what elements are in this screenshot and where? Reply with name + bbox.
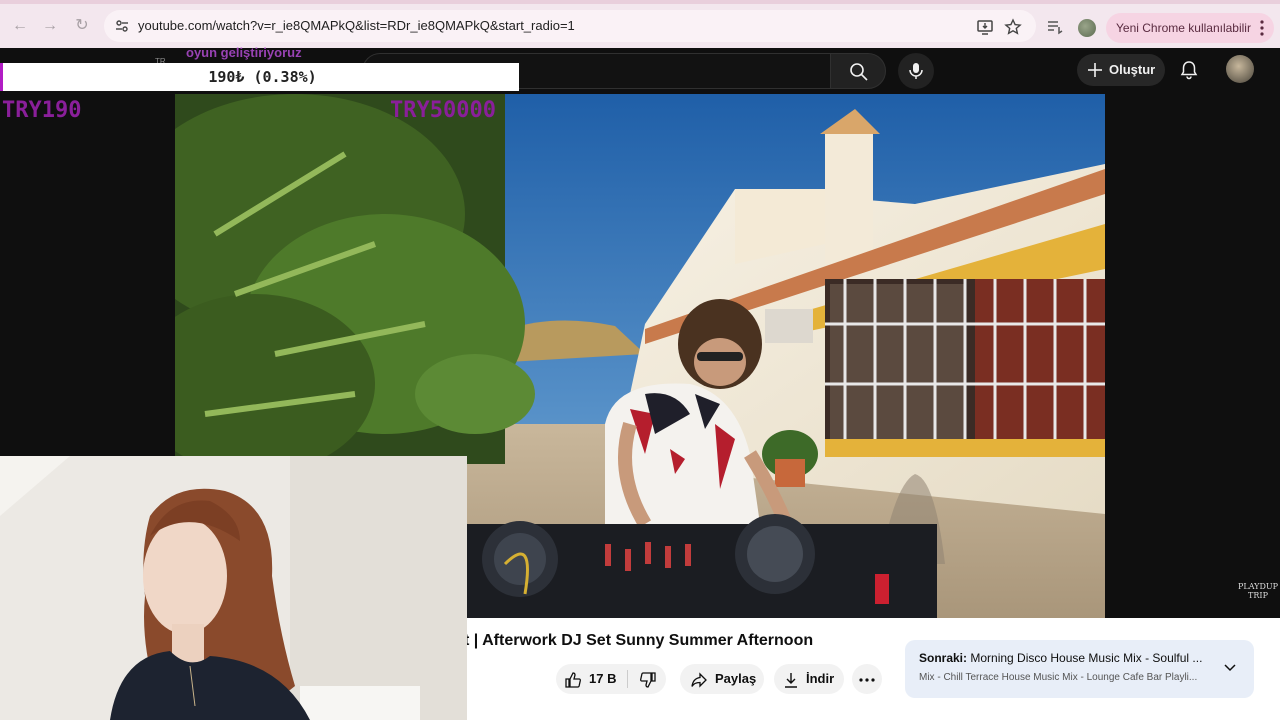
download-label: İndir <box>806 671 835 686</box>
url-text[interactable]: youtube.com/watch?v=r_ie8QMAPkQ&list=RDr… <box>138 18 575 33</box>
channel-watermark: PLAYDUP TRIP <box>1236 582 1280 600</box>
up-next-card[interactable]: Sonraki: Morning Disco House Music Mix -… <box>905 640 1254 698</box>
chevron-down-icon[interactable] <box>1222 660 1238 676</box>
create-label: Oluştur <box>1109 62 1156 77</box>
up-next-prefix: Sonraki: <box>919 651 968 665</box>
like-dislike-group: 17 B <box>556 664 666 694</box>
forward-icon[interactable]: → <box>40 16 60 36</box>
stream-subtitle: oyun geliştiriyoruz <box>186 45 302 60</box>
kebab-menu-icon[interactable] <box>1260 20 1264 36</box>
webcam-overlay <box>0 456 467 720</box>
search-button[interactable] <box>830 53 886 89</box>
bookmark-star-icon[interactable] <box>1004 18 1022 36</box>
create-button[interactable]: Oluştur <box>1077 54 1165 86</box>
download-icon <box>785 673 797 688</box>
media-controls-icon[interactable] <box>1046 18 1064 36</box>
more-actions-button[interactable] <box>852 664 882 694</box>
up-next-title-text: Morning Disco House Music Mix - Soulful … <box>970 651 1203 665</box>
goal-max-label: TRY50000 <box>390 98 496 123</box>
update-label: Yeni Chrome kullanılabilir <box>1116 21 1251 35</box>
like-count: 17 B <box>589 671 617 686</box>
dislike-button[interactable] <box>632 664 666 694</box>
video-title: t | Afterwork DJ Set Sunny Summer Aftern… <box>464 632 814 649</box>
notifications-bell-icon[interactable] <box>1179 60 1199 80</box>
up-next-title: Sonraki: Morning Disco House Music Mix -… <box>919 651 1209 665</box>
like-divider <box>627 670 628 688</box>
goal-progress-text: 190₺ (0.38%) <box>208 68 317 86</box>
voice-search-button[interactable] <box>898 53 934 89</box>
goal-min-label: TRY190 <box>2 98 82 123</box>
up-next-subtitle: Mix - Chill Terrace House Music Mix - Lo… <box>919 672 1198 683</box>
share-button[interactable]: Paylaş <box>680 664 764 694</box>
plus-icon <box>1088 63 1102 77</box>
thumbs-up-icon <box>565 672 581 688</box>
share-label: Paylaş <box>715 671 757 686</box>
download-button[interactable]: İndir <box>774 664 844 694</box>
thumbs-down-icon <box>640 672 656 688</box>
site-settings-icon[interactable] <box>114 18 130 34</box>
like-button[interactable]: 17 B <box>556 664 628 694</box>
search-icon <box>850 63 868 81</box>
donation-goal-bar: 190₺ (0.38%) <box>0 63 519 91</box>
account-avatar[interactable] <box>1226 55 1254 83</box>
watermark-text: PLAYDUP TRIP <box>1238 582 1278 600</box>
back-icon[interactable]: ← <box>10 16 30 36</box>
profile-avatar[interactable] <box>1078 19 1096 37</box>
chrome-update-button[interactable]: Yeni Chrome kullanılabilir <box>1106 13 1274 43</box>
browser-toolbar: ← → ↻ youtube.com/watch?v=r_ie8QMAPkQ&li… <box>0 0 1280 48</box>
install-app-icon[interactable] <box>976 18 994 36</box>
address-bar[interactable]: youtube.com/watch?v=r_ie8QMAPkQ&list=RDr… <box>104 10 1036 42</box>
share-arrow-icon <box>691 672 707 688</box>
webcam-image <box>0 456 467 720</box>
reload-icon[interactable]: ↻ <box>72 16 92 36</box>
more-horizontal-icon <box>859 678 875 682</box>
microphone-icon <box>909 63 923 79</box>
